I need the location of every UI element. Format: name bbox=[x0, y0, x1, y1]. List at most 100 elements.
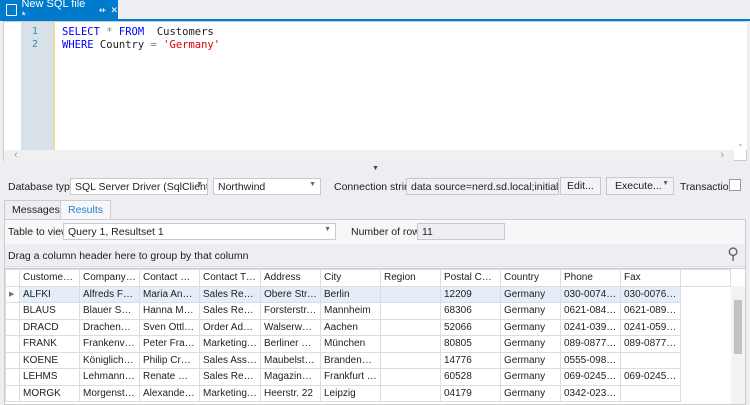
table-cell[interactable]: 069-0245984 bbox=[560, 368, 621, 386]
table-cell[interactable]: Order Admi... bbox=[199, 318, 261, 336]
table-cell[interactable]: 80805 bbox=[440, 335, 501, 353]
row-indicator[interactable] bbox=[5, 384, 20, 402]
row-indicator[interactable] bbox=[5, 302, 20, 320]
transaction-checkbox[interactable] bbox=[729, 179, 741, 191]
table-cell[interactable]: Leipzig bbox=[320, 384, 381, 402]
column-header[interactable]: Region bbox=[380, 269, 441, 287]
results-grid[interactable]: Customer ID Company N... Contact Na... Cont… bbox=[4, 268, 746, 405]
table-cell[interactable]: Sales Repre... bbox=[199, 368, 261, 386]
table-cell[interactable]: FRANK bbox=[19, 335, 80, 353]
row-indicator[interactable] bbox=[5, 351, 20, 369]
table-row[interactable]: BLAUS Blauer See... Hanna Moos Sales Repre.… bbox=[5, 302, 731, 320]
table-cell[interactable]: München bbox=[320, 335, 381, 353]
table-row[interactable]: ▶ ALFKI Alfreds Futt... Maria Anders Sales R… bbox=[5, 285, 731, 303]
table-cell[interactable]: 0241-059428 bbox=[620, 318, 681, 336]
table-cell[interactable]: 52066 bbox=[440, 318, 501, 336]
table-cell[interactable]: Germany bbox=[500, 368, 561, 386]
table-cell[interactable]: MORGK bbox=[19, 384, 80, 402]
tab-new-sql-file[interactable]: New SQL file * ⇷ ✕ bbox=[0, 0, 118, 22]
table-cell[interactable]: 04179 bbox=[440, 384, 501, 402]
table-cell[interactable]: Peter Frank... bbox=[139, 335, 200, 353]
tab-results[interactable]: Results bbox=[60, 200, 112, 219]
table-cell[interactable]: Alexander F... bbox=[139, 384, 200, 402]
table-row[interactable]: FRANK Frankenver... Peter Frank... Marketin… bbox=[5, 335, 731, 353]
table-cell[interactable]: 0342-023176 bbox=[560, 384, 621, 402]
column-header[interactable]: Contact Na... bbox=[139, 269, 200, 287]
table-cell[interactable] bbox=[380, 335, 441, 353]
table-cell[interactable]: Marketing M... bbox=[199, 335, 261, 353]
table-cell[interactable]: 0621-08460 bbox=[560, 302, 621, 320]
table-row[interactable]: LEHMS Lehmanns... Renate Mes... Sales Repre… bbox=[5, 368, 731, 386]
table-cell[interactable]: Germany bbox=[500, 318, 561, 336]
table-cell[interactable]: Maria Anders bbox=[139, 285, 200, 303]
table-cell[interactable]: Germany bbox=[500, 302, 561, 320]
search-icon[interactable]: ⚲ bbox=[727, 244, 739, 264]
scrollbar-thumb[interactable] bbox=[734, 300, 742, 354]
pin-icon[interactable]: ⇷ bbox=[99, 5, 107, 16]
table-cell[interactable]: Obere Str. 57 bbox=[260, 285, 321, 303]
table-cell[interactable] bbox=[380, 302, 441, 320]
row-indicator-header[interactable] bbox=[5, 269, 20, 287]
table-cell[interactable]: Drachenblut... bbox=[79, 318, 140, 336]
editor-vertical-scrollbar[interactable]: ⌄ bbox=[734, 22, 747, 150]
table-cell[interactable]: Magazinwe... bbox=[260, 368, 321, 386]
grid-vertical-scrollbar[interactable] bbox=[731, 286, 745, 404]
table-cell[interactable]: Germany bbox=[500, 285, 561, 303]
edit-button[interactable]: Edit... bbox=[560, 177, 601, 195]
row-filler[interactable] bbox=[680, 286, 731, 303]
table-cell[interactable]: Philip Cramer bbox=[139, 351, 200, 369]
table-cell[interactable]: Hanna Moos bbox=[139, 302, 200, 320]
group-by-panel[interactable]: Drag a column header here to group by th… bbox=[5, 244, 745, 267]
table-cell[interactable]: 089-0877451 bbox=[620, 335, 681, 353]
table-cell[interactable]: Heerstr. 22 bbox=[260, 384, 321, 402]
table-to-view-select[interactable]: Query 1, Resultset 1 ▼ bbox=[63, 223, 336, 240]
table-cell[interactable] bbox=[380, 368, 441, 386]
table-cell[interactable]: 089-0877310 bbox=[560, 335, 621, 353]
table-cell[interactable] bbox=[380, 318, 441, 336]
table-cell[interactable]: 60528 bbox=[440, 368, 501, 386]
column-header[interactable]: Phone bbox=[560, 269, 621, 287]
table-row[interactable]: DRACD Drachenblut... Sven Ottlieb Order Adm… bbox=[5, 318, 731, 336]
row-indicator[interactable] bbox=[5, 318, 20, 336]
table-cell[interactable]: Forsterstr. 57 bbox=[260, 302, 321, 320]
database-select[interactable]: Northwind ▼ bbox=[213, 178, 321, 195]
tab-messages[interactable]: Messages bbox=[4, 200, 68, 219]
table-cell[interactable]: Lehmanns... bbox=[79, 368, 140, 386]
table-cell[interactable] bbox=[620, 351, 681, 369]
table-cell[interactable]: Morgenster... bbox=[79, 384, 140, 402]
table-cell[interactable]: 030-0074321 bbox=[560, 285, 621, 303]
database-type-select[interactable]: SQL Server Driver (SqlClient) ▼ bbox=[70, 178, 208, 195]
connection-string-field[interactable]: data source=nerd.sd.local;initial catalo… bbox=[406, 178, 559, 195]
table-row[interactable]: MORGK Morgenster... Alexander F... Marketin… bbox=[5, 384, 731, 402]
table-cell[interactable] bbox=[380, 384, 441, 402]
column-header[interactable]: Postal Code bbox=[440, 269, 501, 287]
column-header[interactable]: Contact Title bbox=[199, 269, 261, 287]
table-cell[interactable]: Berlin bbox=[320, 285, 381, 303]
table-cell[interactable]: Sales Repre... bbox=[199, 302, 261, 320]
row-filler[interactable] bbox=[680, 385, 731, 402]
column-header[interactable]: Fax bbox=[620, 269, 681, 287]
row-indicator[interactable] bbox=[5, 368, 20, 386]
column-header[interactable]: Address bbox=[260, 269, 321, 287]
table-cell[interactable]: Mannheim bbox=[320, 302, 381, 320]
table-cell[interactable]: ALFKI bbox=[19, 285, 80, 303]
table-cell[interactable]: Walserweg... bbox=[260, 318, 321, 336]
row-filler[interactable] bbox=[680, 352, 731, 369]
chevron-down-icon[interactable]: ▼ bbox=[662, 180, 669, 187]
table-cell[interactable]: Marketing A... bbox=[199, 384, 261, 402]
table-cell[interactable]: 069-0245874 bbox=[620, 368, 681, 386]
table-cell[interactable] bbox=[620, 384, 681, 402]
column-header[interactable]: City bbox=[320, 269, 381, 287]
table-cell[interactable]: Germany bbox=[500, 384, 561, 402]
column-header[interactable]: Company N... bbox=[79, 269, 140, 287]
splitter-collapse-icon[interactable]: ▼ bbox=[372, 165, 379, 172]
table-cell[interactable]: Sven Ottlieb bbox=[139, 318, 200, 336]
table-cell[interactable]: Frankfurt a.... bbox=[320, 368, 381, 386]
table-cell[interactable]: 030-0076545 bbox=[620, 285, 681, 303]
row-filler[interactable] bbox=[680, 335, 731, 352]
table-cell[interactable]: DRACD bbox=[19, 318, 80, 336]
table-cell[interactable]: Brandenburg bbox=[320, 351, 381, 369]
table-cell[interactable]: 0241-039123 bbox=[560, 318, 621, 336]
column-header[interactable]: Country bbox=[500, 269, 561, 287]
table-cell[interactable]: LEHMS bbox=[19, 368, 80, 386]
